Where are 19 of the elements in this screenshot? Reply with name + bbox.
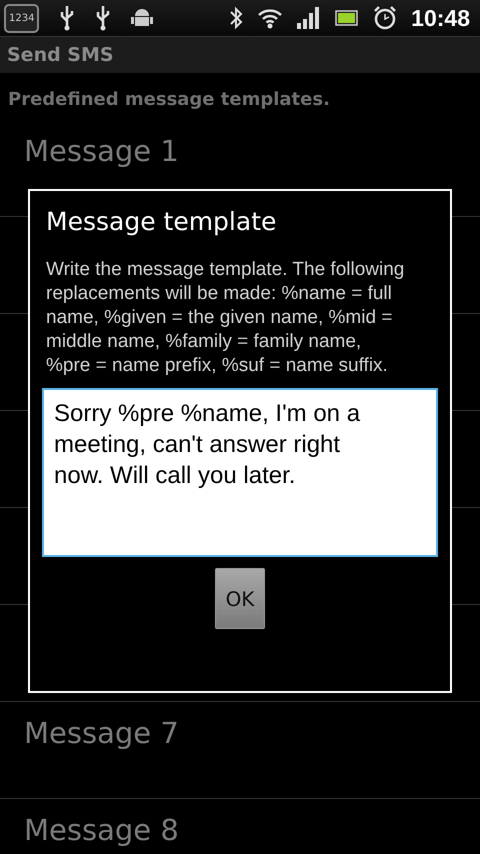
message-title[interactable]: Message 8: [24, 813, 179, 847]
app-title: Send SMS: [7, 44, 114, 66]
battery-icon: [335, 10, 360, 26]
bluetooth-icon: [229, 6, 244, 30]
usb-icon: [95, 5, 112, 31]
notification-badge: 1234: [4, 4, 40, 32]
template-field[interactable]: Sorry %pre %name, I'm on a meeting, can't answer right now. Will call you later.: [42, 388, 438, 557]
message-title[interactable]: Message 1: [24, 134, 179, 168]
wifi-icon: [257, 7, 284, 29]
ok-button[interactable]: OK: [215, 568, 265, 629]
section-header: Predefined message templates.: [7, 88, 331, 112]
signal-icon: [297, 7, 322, 29]
message-title[interactable]: Message 7: [24, 716, 179, 750]
alarm-clock-icon: [373, 6, 398, 30]
android-icon: [131, 7, 154, 29]
dialog-title: Message template: [45, 207, 276, 236]
usb-icon: [59, 5, 76, 31]
clock-time: 10:48: [411, 4, 470, 32]
dialog-description: Write the message template. The following replacements will be made: %name = full name, %given = the given name, %mid = middle name, %family = family name, %pre = name prefix, %suf = name suffix.: [45, 258, 406, 378]
